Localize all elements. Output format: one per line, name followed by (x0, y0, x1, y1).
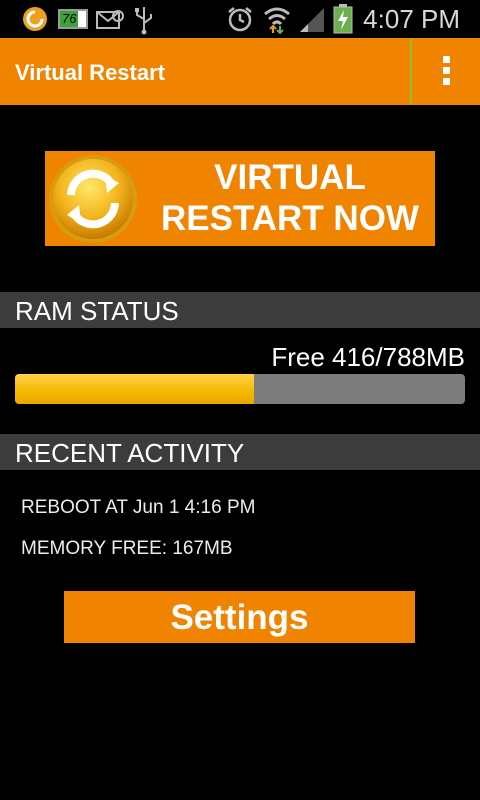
alarm-icon (228, 7, 252, 32)
ram-status-title: RAM STATUS (15, 296, 179, 326)
wifi-icon (264, 7, 290, 34)
ram-status-header: RAM STATUS (0, 292, 480, 328)
status-time: 4:07 PM (363, 4, 460, 34)
battery-badge-label: 76 (62, 11, 77, 26)
ram-free-text: Free 416/788MB (271, 342, 465, 372)
app-bar: Virtual Restart (0, 38, 480, 105)
recent-activity-header: RECENT ACTIVITY (0, 434, 480, 470)
recent-activity-title: RECENT ACTIVITY (15, 438, 245, 468)
battery-76-icon: 76 (58, 9, 88, 29)
restart-label-line1: VIRTUAL (214, 158, 366, 197)
usb-icon (135, 7, 152, 35)
app-notification-icon (23, 7, 47, 31)
restart-button-label: VIRTUAL RESTART NOW (145, 157, 435, 239)
settings-button-label: Settings (170, 598, 309, 637)
app-bar-divider (410, 38, 412, 105)
mail-icon (96, 10, 124, 29)
battery-charging-icon (333, 4, 353, 34)
settings-button[interactable]: Settings (64, 591, 415, 643)
restart-label-line2: RESTART NOW (161, 199, 419, 238)
ram-progress-bar (15, 374, 465, 404)
overflow-menu-icon[interactable] (436, 56, 456, 90)
refresh-icon (49, 155, 137, 243)
signal-icon (300, 8, 324, 32)
activity-item: MEMORY FREE: 167MB (21, 538, 233, 559)
virtual-restart-now-button[interactable]: VIRTUAL RESTART NOW (45, 151, 435, 246)
ram-progress-fill (15, 374, 254, 404)
app-title: Virtual Restart (15, 60, 165, 85)
status-bar: 76 4:07 PM (0, 0, 480, 38)
activity-item: REBOOT AT Jun 1 4:16 PM (21, 497, 256, 518)
